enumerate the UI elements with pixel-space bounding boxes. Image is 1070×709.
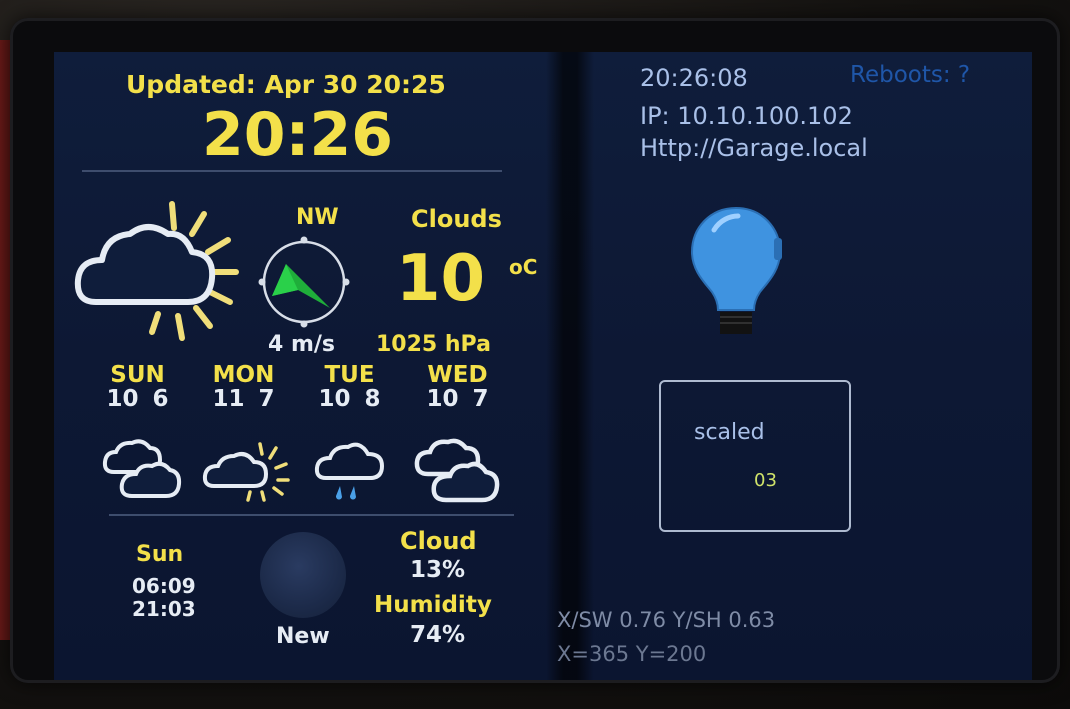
cloud-rain-icon <box>314 442 385 500</box>
device-url[interactable]: Http://Garage.local <box>640 134 868 162</box>
panel-divider <box>546 52 594 680</box>
wind-speed: 4 m/s <box>268 332 336 357</box>
forecast-day: MON 11 7 <box>196 362 291 412</box>
pressure-value: 1025 hPa <box>376 332 491 357</box>
temperature-unit: oC <box>509 255 538 279</box>
cloud-label: Cloud <box>400 527 477 555</box>
ip-address: IP: 10.10.100.102 <box>640 102 853 130</box>
light-bulb-icon[interactable] <box>684 202 788 342</box>
moon-phase-icon <box>260 532 346 618</box>
cloud-value: 13% <box>410 557 466 583</box>
reboot-button[interactable]: Reboots: ? <box>850 62 970 88</box>
moon-phase-label: New <box>276 624 330 649</box>
header-divider <box>82 170 502 172</box>
clouds-icon <box>102 439 182 498</box>
humidity-value: 74% <box>410 622 466 648</box>
forecast-day-name: SUN <box>110 362 165 388</box>
sunset-time: 21:03 <box>132 597 196 621</box>
clock-time: 20:26 <box>202 100 393 170</box>
forecast-day: TUE 10 8 <box>302 362 397 412</box>
sun-label: Sun <box>136 542 184 567</box>
wind-compass-icon <box>258 236 350 328</box>
forecast-day-name: WED <box>427 362 488 388</box>
forecast-day-name: TUE <box>324 362 375 388</box>
system-time: 20:26:08 <box>640 64 748 92</box>
touch-ratio-readout: X/SW 0.76 Y/SH 0.63 <box>557 608 776 632</box>
weather-screen[interactable]: Updated: Apr 30 20:25 20:26 NW 4 m/s Clo… <box>54 52 1032 680</box>
forecast-day-name: MON <box>212 362 275 388</box>
wind-direction: NW <box>296 205 339 230</box>
temperature-value: 10 <box>396 242 486 316</box>
forecast-temps: 10 8 <box>318 386 381 412</box>
forecast-day: WED 10 7 <box>410 362 505 412</box>
forecast-divider <box>109 514 514 516</box>
cloud-sun-icon <box>74 201 239 341</box>
scaled-value: 03 <box>754 470 777 491</box>
forecast-day: SUN 10 6 <box>90 362 185 412</box>
weather-condition: Clouds <box>411 205 502 233</box>
sunrise-time: 06:09 <box>132 574 196 598</box>
forecast-temps: 10 6 <box>106 386 169 412</box>
tft-display-device: Updated: Apr 30 20:25 20:26 NW 4 m/s Clo… <box>10 18 1060 683</box>
forecast-temps: 11 7 <box>212 386 275 412</box>
cloud-sun-icon <box>202 442 290 502</box>
forecast-temps: 10 7 <box>426 386 489 412</box>
updated-timestamp: Updated: Apr 30 20:25 <box>126 70 446 99</box>
scaled-touch-box[interactable] <box>659 380 851 532</box>
touch-coordinate-readout: X=365 Y=200 <box>557 642 707 666</box>
scaled-label: scaled <box>694 420 765 445</box>
clouds-icon <box>414 438 500 503</box>
humidity-label: Humidity <box>374 592 492 618</box>
